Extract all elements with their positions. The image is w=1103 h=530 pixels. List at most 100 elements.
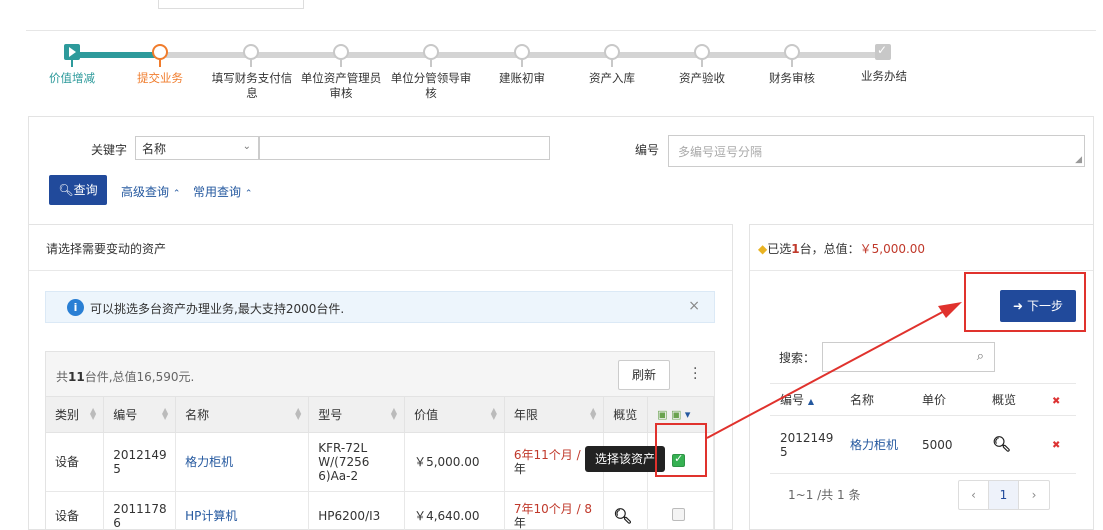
asset-grid: 共11台件,总值16,590元. 刷新 · · · 类别 ▲ ▼ 编号 ▲ ▼ 名称 ▲ ▼ 型… [45, 351, 715, 530]
cell-category: 设备 [46, 491, 105, 530]
search-icon: 🔍︎ [58, 183, 74, 197]
cell-delete[interactable]: ✖ [1042, 415, 1076, 474]
sort-icon: ▲ ▼ [590, 406, 597, 421]
double-chevron-up-icon: ⌃ [172, 189, 181, 199]
col-name[interactable]: 名称 ▲ ▼ [175, 397, 310, 433]
highlight-box-checkbox [655, 423, 707, 477]
col-category[interactable]: 类别 ▲ ▼ [46, 397, 105, 433]
cell-code: 2012149 5 [103, 432, 177, 492]
workflow-stepper: 价值增减 提交业务 填写财务支付信息 单位资产管理员审核 单位分管领导审核 建账… [26, 30, 1096, 115]
cell-select[interactable] [647, 491, 714, 530]
col-value[interactable]: 价值 ▲ ▼ [404, 397, 505, 433]
cell-name[interactable]: 格力柜机 [840, 415, 912, 474]
step-8-label: 资产验收 [679, 71, 725, 85]
col-name[interactable]: 名称 [840, 383, 912, 416]
keyword-label: 关键字 [91, 143, 128, 157]
step-3-label: 填写财务支付信息 [211, 71, 293, 100]
delete-icon: ✖ [1052, 395, 1061, 407]
step-3-node-icon [243, 44, 259, 60]
step-9-label: 财务审核 [769, 71, 815, 85]
next-page-button[interactable]: › [1019, 481, 1049, 509]
col-life[interactable]: 年限 ▲ ▼ [504, 397, 605, 433]
pager-text: 1~1 /共 1 条 [788, 488, 861, 502]
page-1-button[interactable]: 1 [989, 481, 1019, 509]
col-model[interactable]: 型号 ▲ ▼ [308, 397, 406, 433]
progress-track-done [70, 52, 156, 58]
step-7-node-icon [604, 44, 620, 60]
magnifier-icon: 🔍︎ [613, 506, 633, 525]
chevron-down-icon: ⌄ [242, 141, 251, 152]
asset-select-panel: 请选择需要变动的资产 i 可以挑选多台资产办理业务,最大支持2000台件. × … [28, 224, 733, 530]
step-10-label: 业务办结 [861, 69, 907, 83]
more-vertical-icon[interactable]: · · · [693, 362, 697, 386]
sort-icon: ▲ ▼ [161, 406, 169, 421]
grid-toolbar: 共11台件,总值16,590元. 刷新 · · · [46, 352, 714, 397]
cell-name[interactable]: 格力柜机 [175, 432, 310, 492]
number-label: 编号 [635, 143, 660, 157]
prev-page-button[interactable]: ‹ [959, 481, 989, 509]
delete-icon: ✖ [1052, 439, 1061, 451]
cell-code: 2012149 5 [770, 415, 840, 474]
query-button[interactable]: 🔍︎查询 [49, 175, 107, 205]
box-icon: ◆ [758, 242, 768, 256]
step-10-check-icon [875, 43, 891, 60]
cell-overview[interactable]: 🔍︎ [603, 491, 649, 530]
select-all-icon: ▣ ▣ ▾ [657, 408, 691, 422]
number-textarea[interactable]: 多编号逗号分隔 ◢ [668, 135, 1085, 167]
cell-price: 5000 [912, 415, 982, 474]
grid-summary: 共11台件,总值16,590元. [56, 370, 195, 384]
query-button-label: 查询 [73, 183, 98, 197]
cell-model: KFR-72L W/(7256 6)Aa-2 [308, 432, 406, 492]
selected-assets-panel: ◆已选1台，总值：￥5,000.00 ➜ 下一步 搜索： ⌕ 编号 ▲ 名称 单… [749, 224, 1094, 530]
refresh-button[interactable]: 刷新 [618, 360, 670, 390]
col-price[interactable]: 单价 [912, 383, 982, 416]
col-delete-all[interactable]: ✖ [1042, 383, 1076, 416]
active-tab-edge[interactable] [158, 0, 304, 9]
step-9-node-icon [784, 44, 800, 60]
col-overview: 概览 [603, 397, 649, 433]
common-query-link[interactable]: 常用查询 ⌃ [193, 183, 252, 200]
step-1-flag-icon [64, 44, 80, 60]
step-5-label: 单位分管领导审核 [390, 71, 472, 100]
cell-model: HP6200/I3 [308, 491, 406, 530]
step-7-label: 资产入库 [589, 71, 635, 85]
close-icon[interactable]: × [688, 298, 700, 314]
panel-title: 请选择需要变动的资产 [29, 225, 732, 271]
sort-icon: ▲ ▼ [295, 406, 302, 421]
cell-code: 2011178 6 [103, 491, 177, 530]
selected-summary: ◆已选1台，总值：￥5,000.00 [750, 225, 1093, 271]
cell-name[interactable]: HP计算机 [175, 491, 310, 530]
table-row[interactable]: 设备 2011178 6 HP计算机 HP6200/I3 ￥4,640.00 7年… [46, 491, 714, 530]
step-4-label: 单位资产管理员审核 [300, 71, 382, 100]
step-8-node-icon [694, 44, 710, 60]
magnifier-icon: 🔍︎ [992, 435, 1012, 453]
sort-icon: ▲ ▼ [90, 406, 97, 421]
row-checkbox[interactable] [672, 508, 686, 521]
step-1-label: 价值增减 [49, 71, 95, 85]
step-5-node-icon [423, 44, 439, 60]
step-2-label: 提交业务 [137, 71, 183, 85]
search-label: 搜索： [779, 351, 816, 365]
selected-search-input[interactable]: ⌕ [822, 342, 995, 372]
table-header-row: 编号 ▲ 名称 单价 概览 ✖ [770, 383, 1076, 416]
cell-life: 7年10个月 / 8年 [504, 491, 605, 530]
cell-overview[interactable]: 🔍︎ [982, 415, 1042, 474]
sort-icon: ▲ ▼ [390, 406, 398, 421]
keyword-field-select[interactable]: 名称 ⌄ [135, 136, 259, 160]
keyword-input[interactable] [259, 136, 550, 160]
info-icon: i [67, 299, 84, 316]
table-header-row: 类别 ▲ ▼ 编号 ▲ ▼ 名称 ▲ ▼ 型号 ▲ ▼ 价值 ▲ ▼ 年限 ▲ ▼ 概览 ▣ ▣ ▾ [46, 397, 714, 433]
cell-category: 设备 [46, 432, 105, 492]
advanced-query-link[interactable]: 高级查询 ⌃ [121, 183, 180, 200]
table-row[interactable]: 2012149 5 格力柜机 5000 🔍︎ ✖ [770, 415, 1076, 474]
step-4-node-icon [333, 44, 349, 60]
cell-value: ￥4,640.00 [404, 491, 505, 530]
col-code[interactable]: 编号 ▲ [770, 383, 840, 416]
resize-grip-icon[interactable]: ◢ [1075, 155, 1082, 165]
double-chevron-up-icon: ⌃ [244, 189, 253, 199]
col-code[interactable]: 编号 ▲ ▼ [103, 397, 177, 433]
step-6-node-icon [514, 44, 530, 60]
step-2-current-icon [152, 44, 168, 60]
search-icon[interactable]: ⌕ [977, 349, 984, 364]
alert-text: 可以挑选多台资产办理业务,最大支持2000台件. [90, 302, 345, 316]
